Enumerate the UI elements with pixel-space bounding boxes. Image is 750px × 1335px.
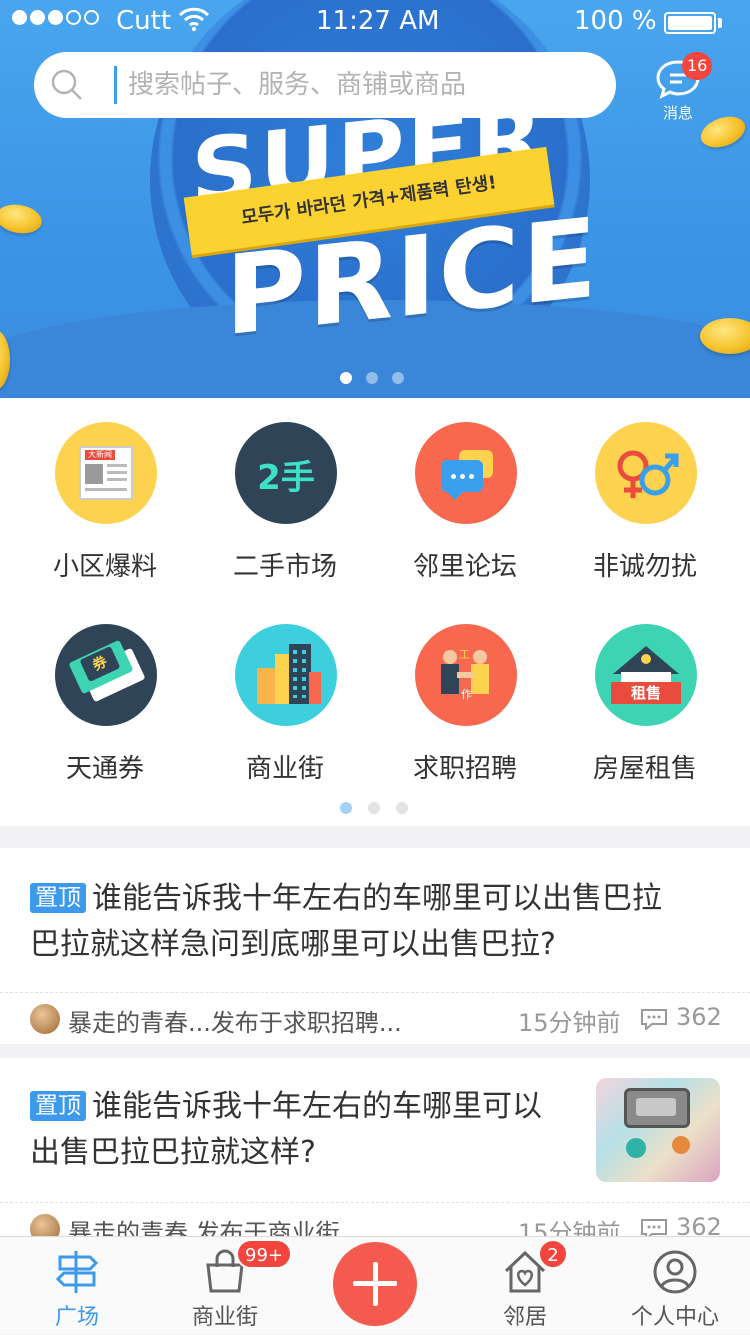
grid-dot bbox=[340, 802, 352, 814]
signpost-icon bbox=[55, 1251, 99, 1293]
secondhand-icon: 2手 bbox=[235, 422, 337, 524]
notification-badge: 2 bbox=[538, 1239, 568, 1269]
search-bar[interactable] bbox=[34, 52, 616, 118]
tab-label: 商业街 bbox=[191, 1305, 258, 1330]
search-icon bbox=[51, 69, 82, 100]
avatar[interactable] bbox=[30, 1004, 60, 1034]
category-label: 邻里论坛 bbox=[412, 552, 517, 582]
battery-icon bbox=[664, 12, 716, 34]
post-author[interactable]: 暴走的青春...发布于求职招聘... bbox=[68, 1003, 402, 1038]
category-label: 天通券 bbox=[65, 754, 144, 784]
category-label: 商业街 bbox=[245, 754, 324, 784]
search-input[interactable] bbox=[126, 60, 596, 110]
tab-label: 个人中心 bbox=[630, 1305, 719, 1330]
status-bar: Cutt 11:27 AM 100 % bbox=[0, 0, 750, 44]
battery-tip bbox=[718, 18, 722, 28]
banner-dot bbox=[366, 372, 378, 384]
carrier-name: Cutt bbox=[116, 6, 172, 36]
category-grid: 大新闻 小区爆料 2手 二手市场 邻里论坛 非诚勿扰 券 天通券 商业街 工 作… bbox=[0, 398, 750, 826]
tab-commercial[interactable]: 商业街 99+ bbox=[150, 1237, 300, 1335]
pinned-badge: 置顶 bbox=[30, 1091, 86, 1121]
category-label: 小区爆料 bbox=[52, 552, 157, 582]
tab-label: 邻居 bbox=[502, 1305, 547, 1330]
handshake-icon: 工 作 bbox=[415, 624, 517, 726]
category-item-news[interactable]: 大新闻 小区爆料 bbox=[15, 422, 195, 612]
grid-dot bbox=[368, 802, 380, 814]
category-item-jobs[interactable]: 工 作 求职招聘 bbox=[375, 624, 555, 814]
tab-neighbors[interactable]: 邻居 2 bbox=[450, 1237, 600, 1335]
grid-dot bbox=[396, 802, 408, 814]
battery-percent: 100 % bbox=[574, 6, 657, 36]
category-label: 二手市场 bbox=[232, 552, 337, 582]
text-cursor bbox=[114, 66, 117, 104]
comment-icon bbox=[641, 1009, 667, 1030]
post-title-line: 谁能告诉我十年左右的车哪里可以出售巴拉 bbox=[92, 881, 662, 916]
grid-pagination bbox=[340, 802, 408, 814]
buildings-icon bbox=[235, 624, 337, 726]
post-meta: 暴走的青春...发布于求职招聘... 15分钟前 362 bbox=[0, 992, 750, 1044]
coupon-icon: 券 bbox=[55, 624, 157, 726]
gender-icon bbox=[595, 422, 697, 524]
post-title: 置顶 谁能告诉我十年左右的车哪里可以出售巴拉 巴拉就这样急问到底哪里可以出售巴拉? bbox=[30, 876, 662, 968]
category-item-coupon[interactable]: 券 天通券 bbox=[15, 624, 195, 814]
post-time: 15分钟前 bbox=[518, 1009, 621, 1037]
pinned-badge: 置顶 bbox=[30, 883, 86, 913]
newspaper-icon: 大新闻 bbox=[55, 422, 157, 524]
clock: 11:27 AM bbox=[316, 6, 440, 36]
wifi-icon bbox=[178, 6, 210, 38]
post-title-line: 谁能告诉我十年左右的车哪里可以 bbox=[92, 1089, 542, 1124]
post-thumbnail[interactable] bbox=[596, 1078, 720, 1182]
tab-label: 广场 bbox=[54, 1305, 99, 1330]
category-label: 非诚勿扰 bbox=[592, 552, 697, 582]
comment-count: 362 bbox=[676, 1003, 722, 1031]
post-card[interactable]: 置顶 谁能告诉我十年左右的车哪里可以 出售巴拉巴拉就这样? 暴走的青春 发布于商业… bbox=[0, 1058, 750, 1247]
category-item-secondhand[interactable]: 2手 二手市场 bbox=[195, 422, 375, 612]
category-label: 房屋租售 bbox=[592, 754, 697, 784]
notification-badge: 99+ bbox=[236, 1239, 292, 1269]
banner-pagination bbox=[340, 372, 404, 384]
house-rent-icon: 租售 bbox=[595, 624, 697, 726]
tab-profile[interactable]: 个人中心 bbox=[600, 1237, 750, 1335]
messages-label: 消息 bbox=[662, 104, 693, 122]
signal-icon bbox=[12, 10, 99, 25]
category-item-commercial[interactable]: 商业街 bbox=[195, 624, 375, 814]
messages-badge: 16 bbox=[682, 52, 713, 80]
create-post-button[interactable] bbox=[333, 1242, 417, 1326]
tab-square[interactable]: 广场 bbox=[2, 1237, 152, 1335]
banner-dot bbox=[340, 372, 352, 384]
post-title: 置顶 谁能告诉我十年左右的车哪里可以 出售巴拉巴拉就这样? bbox=[30, 1084, 542, 1176]
coin-decoration bbox=[0, 201, 45, 237]
user-icon bbox=[653, 1250, 697, 1294]
category-item-rental[interactable]: 租售 房屋租售 bbox=[555, 624, 735, 814]
banner-dot bbox=[392, 372, 404, 384]
category-label: 求职招聘 bbox=[412, 754, 517, 784]
chat-bubbles-icon bbox=[415, 422, 517, 524]
post-title-line: 巴拉就这样急问到底哪里可以出售巴拉? bbox=[30, 927, 556, 962]
post-title-line: 出售巴拉巴拉就这样? bbox=[30, 1135, 316, 1170]
category-item-dating[interactable]: 非诚勿扰 bbox=[555, 422, 735, 612]
category-item-forum[interactable]: 邻里论坛 bbox=[375, 422, 555, 612]
post-card[interactable]: 置顶 谁能告诉我十年左右的车哪里可以出售巴拉 巴拉就这样急问到底哪里可以出售巴拉?… bbox=[0, 848, 750, 1044]
